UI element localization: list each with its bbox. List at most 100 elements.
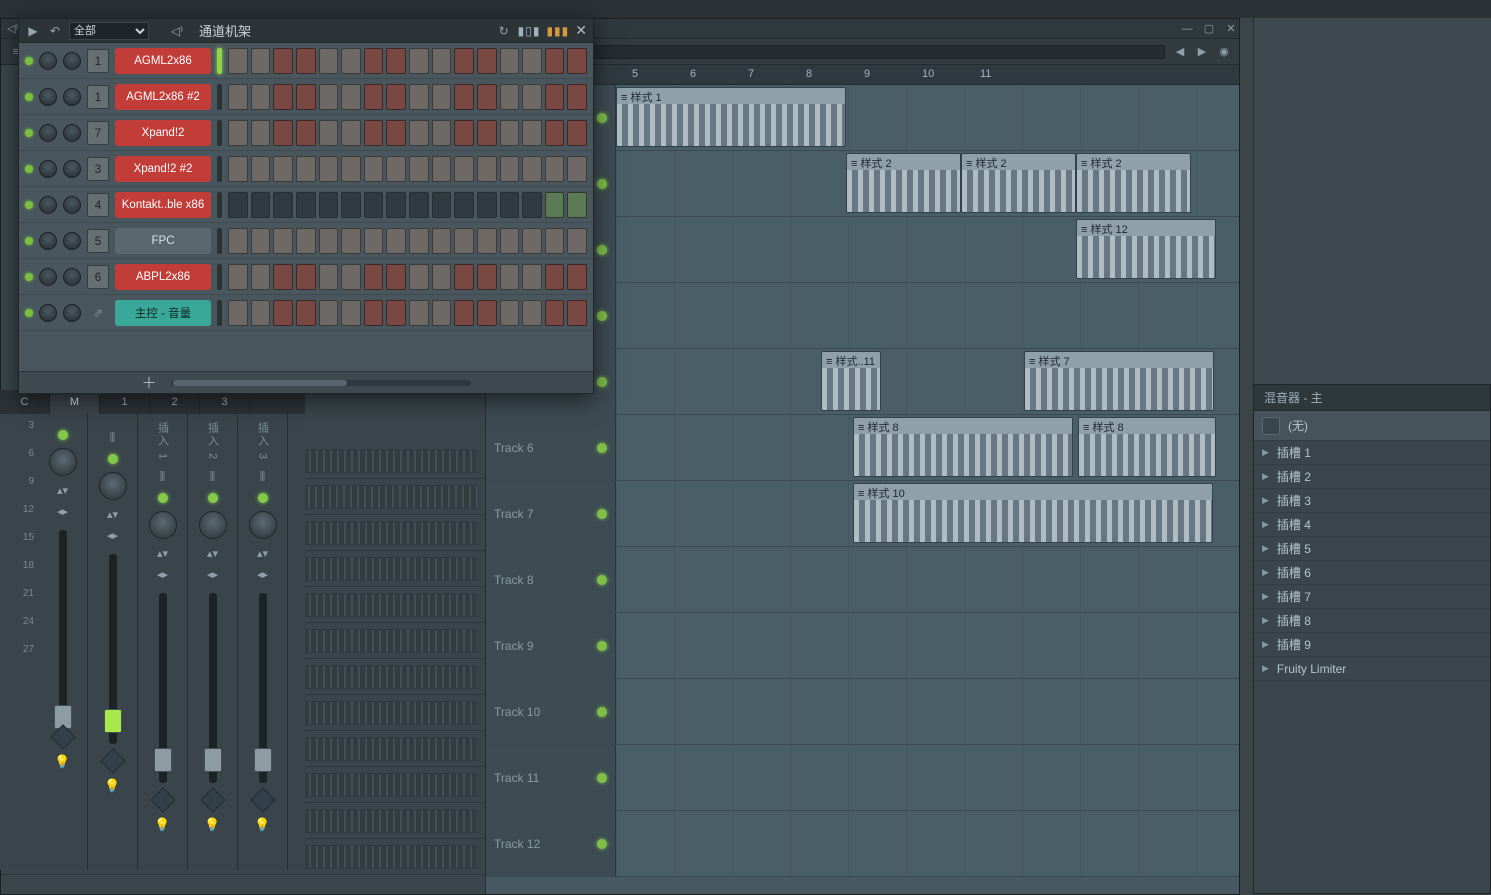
mixer-slot-row[interactable]: ▶ 插槽 2 [1254, 465, 1490, 489]
mixer-slot-row[interactable]: ▶ 插槽 7 [1254, 585, 1490, 609]
step-button[interactable] [454, 264, 474, 290]
step-button[interactable] [477, 192, 497, 218]
step-button[interactable] [454, 48, 474, 74]
link-arrows-icon[interactable]: ▴▾ [107, 508, 118, 521]
track-lane[interactable]: ≡ 样式..11≡ 样式 7 [616, 349, 1239, 414]
step-button[interactable] [319, 48, 339, 74]
step-button[interactable] [454, 228, 474, 254]
meter-icon[interactable]: ▮▯▮ [518, 24, 541, 38]
step-button[interactable] [341, 120, 361, 146]
channel-active-led[interactable] [158, 493, 168, 503]
step-button[interactable] [228, 156, 248, 182]
step-button[interactable] [409, 228, 429, 254]
bulb-icon[interactable]: 💡 [104, 778, 120, 794]
step-button[interactable] [319, 264, 339, 290]
link-arrows-icon[interactable]: ▴▾ [207, 547, 218, 560]
channel-rack-close-button[interactable]: ✕ [575, 22, 587, 39]
step-button[interactable] [432, 300, 452, 326]
step-button[interactable] [409, 300, 429, 326]
playlist-zoom-button[interactable]: ◉ [1213, 42, 1235, 62]
step-button[interactable] [251, 264, 271, 290]
step-button[interactable] [319, 120, 339, 146]
track-lane[interactable]: ≡ 样式 2≡ 样式 2≡ 样式 2 [616, 151, 1239, 216]
step-button[interactable] [454, 192, 474, 218]
mixer-channel[interactable]: ▴▾ ◂▸ 💡 [38, 414, 88, 870]
fader-track[interactable] [59, 530, 67, 720]
track-header[interactable]: Track 10 [486, 679, 616, 744]
window-maximize-button[interactable]: ▢ [1201, 21, 1217, 37]
pan-knob[interactable] [39, 268, 57, 286]
pan-knob[interactable] [249, 511, 277, 539]
track-header[interactable]: Track 12 [486, 811, 616, 876]
pan-knob[interactable] [199, 511, 227, 539]
step-button[interactable] [386, 192, 406, 218]
track-mute-led[interactable] [597, 443, 607, 453]
step-button[interactable] [567, 264, 587, 290]
step-display-icon[interactable]: ▮▮▮ [546, 24, 569, 38]
pattern-clip[interactable]: ≡ 样式 2 [961, 153, 1076, 213]
step-button[interactable] [432, 48, 452, 74]
step-button[interactable] [386, 300, 406, 326]
step-button[interactable] [364, 228, 384, 254]
stereo-sep-icon[interactable]: ⦀ [260, 469, 266, 485]
mixer-input-row[interactable]: (无) [1254, 411, 1490, 441]
pan-knob[interactable] [39, 196, 57, 214]
step-button[interactable] [364, 84, 384, 110]
route-indicator[interactable] [200, 787, 225, 812]
step-button[interactable] [319, 192, 339, 218]
track-mute-led[interactable] [597, 707, 607, 717]
step-button[interactable] [296, 84, 316, 110]
route-indicator[interactable] [250, 787, 275, 812]
step-button[interactable] [319, 84, 339, 110]
step-button[interactable] [386, 156, 406, 182]
mixer-route-field[interactable]: 4 [87, 193, 109, 217]
step-button[interactable] [477, 120, 497, 146]
step-button[interactable] [522, 84, 542, 110]
step-button[interactable] [409, 84, 429, 110]
fader-track[interactable] [159, 593, 167, 783]
track-mute-led[interactable] [597, 509, 607, 519]
mixer-channel[interactable]: 插入 3 ⦀ ▴▾ ◂▸ 💡 [238, 414, 288, 870]
channel-name-button[interactable]: AGML2x86 [115, 48, 211, 74]
pattern-clip[interactable]: ≡ 样式 2 [846, 153, 961, 213]
step-button[interactable] [454, 300, 474, 326]
step-button[interactable] [273, 300, 293, 326]
playlist-scroll-left[interactable]: ◀ [1169, 42, 1191, 62]
mixer-slot-row[interactable]: ▶ 插槽 3 [1254, 489, 1490, 513]
step-button[interactable] [341, 48, 361, 74]
step-button[interactable] [454, 156, 474, 182]
step-button[interactable] [477, 264, 497, 290]
step-button[interactable] [567, 120, 587, 146]
step-button[interactable] [319, 228, 339, 254]
step-button[interactable] [251, 192, 271, 218]
bulb-icon[interactable]: 💡 [254, 817, 270, 833]
step-button[interactable] [364, 120, 384, 146]
pattern-clip[interactable]: ≡ 样式 8 [1078, 417, 1216, 477]
volume-knob[interactable] [63, 88, 81, 106]
pan-knob[interactable] [99, 472, 127, 500]
stereo-sep-icon[interactable]: ⦀ [110, 430, 116, 446]
step-button[interactable] [386, 120, 406, 146]
track-lane[interactable] [616, 283, 1239, 348]
pattern-clip[interactable]: ≡ 样式 8 [853, 417, 1073, 477]
step-button[interactable] [522, 228, 542, 254]
step-button[interactable] [228, 192, 248, 218]
step-button[interactable] [341, 192, 361, 218]
step-button[interactable] [567, 156, 587, 182]
channel-enable-led[interactable] [25, 237, 33, 245]
step-button[interactable] [409, 120, 429, 146]
step-button[interactable] [432, 120, 452, 146]
pan-knob[interactable] [39, 124, 57, 142]
step-button[interactable] [432, 192, 452, 218]
step-button[interactable] [273, 84, 293, 110]
step-button[interactable] [500, 120, 520, 146]
undo-icon[interactable]: ↶ [47, 24, 63, 38]
step-button[interactable] [477, 48, 497, 74]
step-button[interactable] [522, 264, 542, 290]
step-button[interactable] [545, 300, 565, 326]
volume-knob[interactable] [63, 196, 81, 214]
track-header[interactable]: Track 6 [486, 415, 616, 480]
volume-knob[interactable] [63, 52, 81, 70]
step-button[interactable] [364, 48, 384, 74]
mixer-slot-row[interactable]: ▶ 插槽 9 [1254, 633, 1490, 657]
